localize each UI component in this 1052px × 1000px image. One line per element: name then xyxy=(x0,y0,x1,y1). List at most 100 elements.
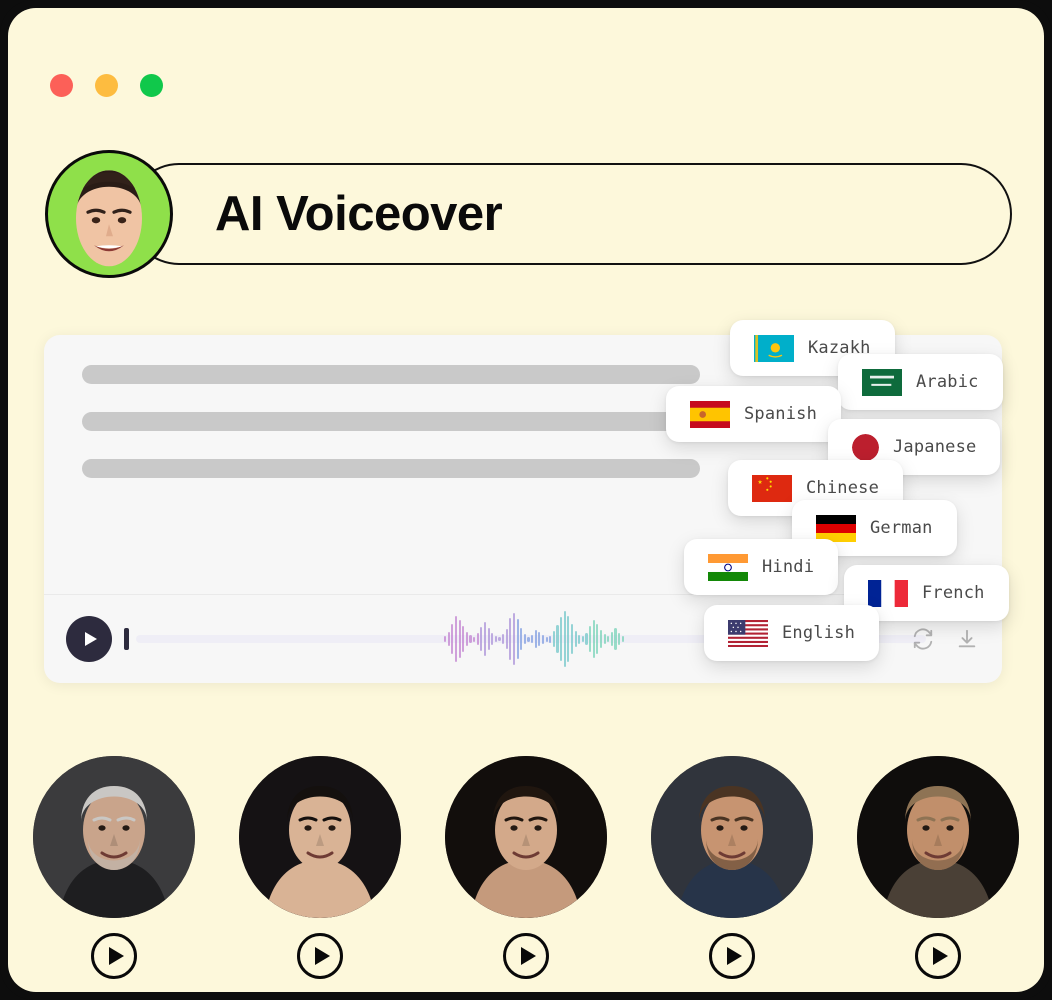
portrait-icon xyxy=(239,756,401,918)
flag-icon-us xyxy=(728,619,768,647)
waveform-bar xyxy=(520,628,523,650)
portrait-icon xyxy=(33,756,195,918)
waveform-bar xyxy=(592,620,595,658)
waveform-bar xyxy=(454,616,458,662)
waveform-bar xyxy=(585,633,588,645)
waveform-bar xyxy=(527,636,530,642)
waveform-bar xyxy=(567,616,570,662)
flag-icon-in xyxy=(708,553,748,581)
play-icon xyxy=(520,947,536,965)
waveform-bar xyxy=(618,633,621,645)
play-icon xyxy=(726,947,742,965)
waveform-bar xyxy=(491,633,494,645)
waveform-bar xyxy=(614,628,617,650)
waveform-bar xyxy=(523,634,526,644)
waveform-bar xyxy=(531,635,534,643)
waveform-bar xyxy=(487,628,490,650)
player-actions xyxy=(912,628,978,650)
avatar xyxy=(45,150,173,278)
minimize-button[interactable] xyxy=(95,74,118,97)
voice-play-button[interactable] xyxy=(297,933,343,979)
waveform-bar xyxy=(549,635,552,643)
waveform-bar xyxy=(494,636,497,642)
play-icon xyxy=(85,632,97,646)
waveform-bar xyxy=(534,630,537,648)
download-icon[interactable] xyxy=(956,628,978,650)
waveform-bar xyxy=(599,630,603,648)
waveform xyxy=(444,610,624,668)
waveform-bar xyxy=(502,634,505,644)
voice-item[interactable] xyxy=(33,756,195,979)
voice-list xyxy=(8,756,1044,979)
waveform-bar xyxy=(621,636,624,642)
language-chip-label: German xyxy=(870,518,933,538)
language-chip-label: Hindi xyxy=(762,557,815,577)
play-icon xyxy=(932,947,948,965)
text-placeholder xyxy=(82,365,700,506)
language-chip-label: Chinese xyxy=(806,478,880,498)
waveform-bar xyxy=(607,636,610,642)
language-chip-spanish[interactable]: Spanish xyxy=(666,386,842,442)
language-chip-label: Japanese xyxy=(893,437,977,457)
voice-item[interactable] xyxy=(239,756,401,979)
avatar-face-icon xyxy=(76,170,142,267)
waveform-bar xyxy=(512,613,516,665)
waveform-bar xyxy=(465,632,468,646)
play-button[interactable] xyxy=(66,616,112,662)
waveform-bar xyxy=(596,624,599,654)
waveform-bar xyxy=(545,636,548,642)
language-chip-english[interactable]: English xyxy=(704,605,880,661)
app-frame: AI Voiceover Kazakh Arabic Spanish Japan… xyxy=(0,0,1052,1000)
flag-icon-de xyxy=(816,514,856,542)
waveform-bar xyxy=(483,622,487,656)
window-controls xyxy=(50,74,163,97)
flag-icon-fr xyxy=(868,579,908,607)
waveform-bar xyxy=(578,634,581,644)
portrait-icon xyxy=(445,756,607,918)
flag-icon-kz xyxy=(754,334,794,362)
waveform-bar xyxy=(574,631,577,647)
waveform-bar xyxy=(610,632,613,646)
waveform-bar xyxy=(570,624,574,654)
maximize-button[interactable] xyxy=(140,74,163,97)
waveform-bar xyxy=(476,633,479,645)
voice-item[interactable] xyxy=(445,756,607,979)
header: AI Voiceover xyxy=(40,150,1012,278)
voice-item[interactable] xyxy=(857,756,1019,979)
regenerate-icon[interactable] xyxy=(912,628,934,650)
waveform-bar xyxy=(560,617,563,661)
app-window: AI Voiceover Kazakh Arabic Spanish Japan… xyxy=(8,8,1044,992)
playhead-handle[interactable] xyxy=(124,628,129,650)
close-button[interactable] xyxy=(50,74,73,97)
play-icon xyxy=(108,947,124,965)
voice-avatar xyxy=(445,756,607,918)
voice-avatar xyxy=(239,756,401,918)
language-chip-label: Spanish xyxy=(744,404,818,424)
waveform-bar xyxy=(480,627,483,651)
waveform-bar xyxy=(462,626,465,652)
skeleton-line xyxy=(82,459,700,478)
waveform-bar xyxy=(505,629,508,649)
waveform-bar xyxy=(538,632,541,646)
voice-item[interactable] xyxy=(651,756,813,979)
waveform-bar xyxy=(469,635,472,643)
waveform-bar xyxy=(516,619,519,659)
portrait-icon xyxy=(857,756,1019,918)
voice-play-button[interactable] xyxy=(709,933,755,979)
language-chip-arabic[interactable]: Arabic xyxy=(838,354,1003,410)
portrait-icon xyxy=(651,756,813,918)
waveform-bar xyxy=(451,624,454,654)
waveform-bar xyxy=(447,632,450,646)
voice-play-button[interactable] xyxy=(915,933,961,979)
language-chip-label: Arabic xyxy=(916,372,979,392)
voice-play-button[interactable] xyxy=(503,933,549,979)
language-chip-label: English xyxy=(782,623,856,643)
language-chip-hindi[interactable]: Hindi xyxy=(684,539,839,595)
waveform-bar xyxy=(458,620,461,658)
skeleton-line xyxy=(82,365,700,384)
voice-avatar xyxy=(651,756,813,918)
skeleton-line xyxy=(82,412,700,431)
voice-play-button[interactable] xyxy=(91,933,137,979)
page-title: AI Voiceover xyxy=(215,187,503,241)
flag-icon-es xyxy=(690,400,730,428)
